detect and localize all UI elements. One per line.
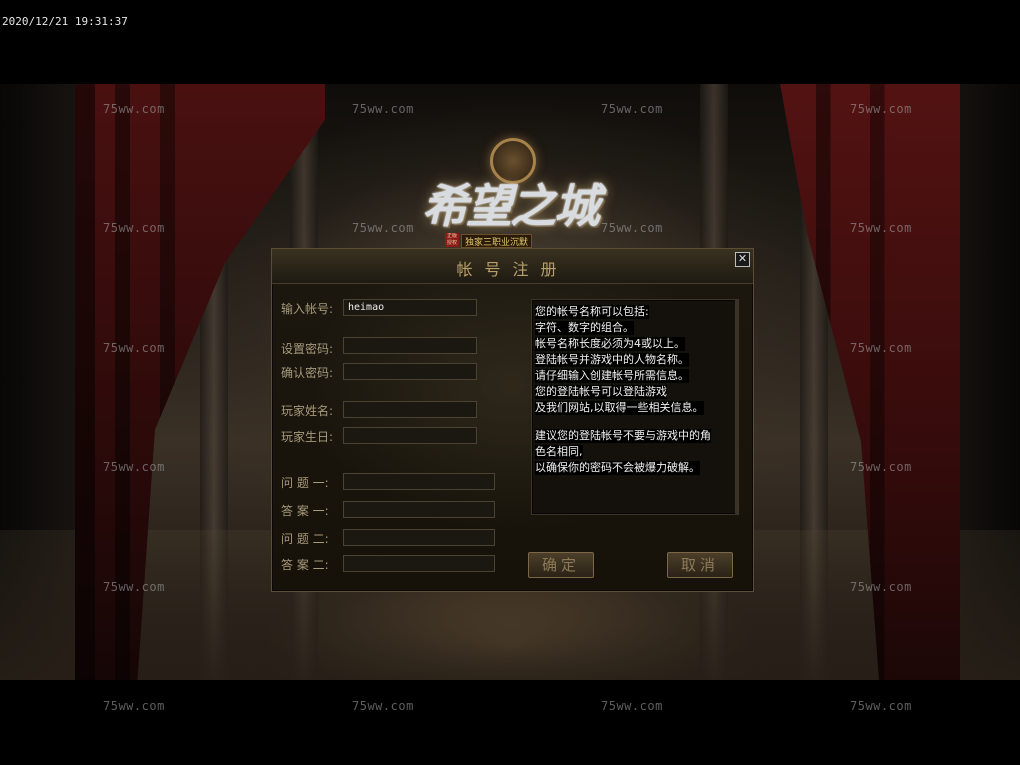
answer2-input[interactable] (343, 555, 495, 572)
confirm-password-input[interactable] (343, 363, 477, 380)
player-name-label: 玩家姓名: (281, 404, 334, 418)
password-input[interactable] (343, 337, 477, 354)
info-line: 您的登陆帐号可以登陆游戏 (535, 385, 667, 399)
answer1-label: 答 案 一: (281, 504, 329, 518)
info-text: 您的帐号名称可以包括: 字符、数字的组合。帐号名称长度必须为4或以上。 登陆帐号并游… (532, 300, 738, 475)
info-line: 以确保你的密码不会被爆力破解。 (535, 461, 700, 475)
logo-stamp: 正版授权 (445, 233, 459, 247)
question2-label: 问 题 二: (281, 532, 329, 546)
birthday-input[interactable] (343, 427, 477, 444)
account-label: 输入帐号: (281, 302, 334, 316)
question1-label: 问 题 一: (281, 476, 329, 490)
watermark: 75ww.com (850, 460, 912, 474)
account-input[interactable]: heimao (343, 299, 477, 316)
watermark: 75ww.com (103, 102, 165, 116)
register-dialog: 帐号注册 ✕ 输入帐号: heimao 设置密码: 确认密码: 玩家姓名: 玩家… (271, 248, 754, 592)
watermark: 75ww.com (103, 699, 165, 713)
info-line: 字符、数字的组合。 (535, 321, 634, 335)
watermark: 75ww.com (850, 341, 912, 355)
watermark: 75ww.com (103, 341, 165, 355)
watermark: 75ww.com (850, 102, 912, 116)
watermark: 75ww.com (352, 699, 414, 713)
timestamp: 2020/12/21 19:31:37 (2, 15, 128, 28)
watermark: 75ww.com (352, 102, 414, 116)
info-line: 您的帐号名称可以包括: (535, 305, 649, 319)
watermark: 75ww.com (601, 699, 663, 713)
watermark: 75ww.com (601, 102, 663, 116)
confirm-button[interactable]: 确定 (528, 552, 594, 578)
watermark: 75ww.com (103, 221, 165, 235)
dialog-title: 帐号注册 (456, 260, 569, 279)
birthday-label: 玩家生日: (281, 430, 334, 444)
dialog-titlebar: 帐号注册 ✕ (272, 249, 753, 284)
confirm-password-label: 确认密码: (281, 366, 334, 380)
close-button[interactable]: ✕ (735, 252, 750, 267)
game-logo: 希望之城 正版授权 独家三职业沉默 (405, 138, 615, 248)
logo-subtitle: 独家三职业沉默 (461, 234, 533, 248)
info-line: 帐号名称长度必须为4或以上。 (535, 337, 685, 351)
info-line: 色名相同, (535, 445, 583, 459)
watermark: 75ww.com (103, 580, 165, 594)
answer1-input[interactable] (343, 501, 495, 518)
info-line: 登陆帐号并游戏中的人物名称。 (535, 353, 689, 367)
question1-input[interactable] (343, 473, 495, 490)
info-line: 请仔细输入创建帐号所需信息。 (535, 369, 689, 383)
info-line: 建议您的登陆帐号不要与游戏中的角 (535, 429, 711, 443)
answer2-label: 答 案 二: (281, 558, 329, 572)
registration-info-box: 您的帐号名称可以包括: 字符、数字的组合。帐号名称长度必须为4或以上。 登陆帐号并游… (531, 299, 739, 515)
watermark: 75ww.com (850, 580, 912, 594)
player-name-input[interactable] (343, 401, 477, 418)
password-label: 设置密码: (281, 342, 334, 356)
watermark: 75ww.com (850, 699, 912, 713)
info-scrollbar[interactable] (735, 300, 738, 514)
question2-input[interactable] (343, 529, 495, 546)
info-line: 及我们网站,以取得一些相关信息。 (535, 401, 704, 415)
watermark: 75ww.com (850, 221, 912, 235)
logo-title: 希望之城 (422, 179, 600, 233)
watermark: 75ww.com (103, 460, 165, 474)
cancel-button[interactable]: 取消 (667, 552, 733, 578)
